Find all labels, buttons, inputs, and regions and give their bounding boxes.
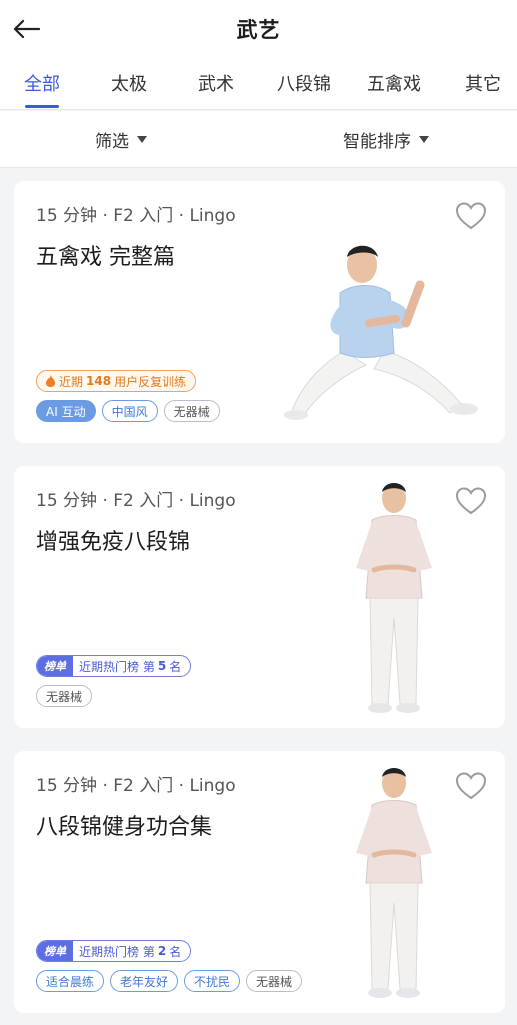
- tab-wuqinxi[interactable]: 五禽戏: [367, 70, 421, 96]
- flame-icon: [46, 375, 55, 387]
- instructor-figure: [284, 245, 478, 420]
- heart-icon[interactable]: [455, 486, 487, 516]
- tab-wushu[interactable]: 武术: [198, 70, 234, 96]
- caret-down-icon: [137, 136, 147, 143]
- tag-quiet: 不扰民: [184, 970, 241, 992]
- heart-icon[interactable]: [455, 201, 487, 231]
- popularity-badge: 近期 148 用户反复训练: [36, 370, 197, 392]
- tab-baduanjin[interactable]: 八段锦: [277, 70, 331, 96]
- instructor-figure: [356, 768, 432, 998]
- course-meta: 15 分钟 · F2 入门 · Lingo: [36, 491, 236, 511]
- ranking-number: 5: [157, 659, 167, 673]
- tag-equipment: 无器械: [36, 685, 93, 707]
- sort-label: 智能排序: [343, 132, 411, 152]
- sort-dropdown[interactable]: 智能排序: [343, 127, 429, 152]
- course-meta: 15 分钟 · F2 入门 · Lingo: [36, 206, 236, 226]
- ranking-suffix: 名: [169, 944, 182, 959]
- instructor-figure: [356, 483, 432, 713]
- ranking-tag: 榜单: [37, 656, 73, 676]
- tag-style: 中国风: [101, 400, 158, 422]
- course-title: 增强免疫八段锦: [36, 530, 191, 555]
- ranking-suffix: 名: [169, 659, 182, 674]
- course-title: 八段锦健身功合集: [36, 815, 213, 840]
- filter-bar: 筛选 智能排序: [0, 111, 517, 168]
- ranking-tag: 榜单: [37, 941, 73, 961]
- course-card[interactable]: 15 分钟 · F2 入门 · Lingo 增强免疫八段锦 榜单 近期热门榜 第…: [14, 466, 505, 728]
- ranking-badge: 榜单 近期热门榜 第 2 名: [36, 940, 192, 962]
- filter-dropdown[interactable]: 筛选: [95, 127, 147, 152]
- course-card[interactable]: 15 分钟 · F2 入门 · Lingo 八段锦健身功合集 榜单 近期热门榜 …: [14, 751, 505, 1013]
- ranking-number: 2: [157, 944, 167, 958]
- caret-down-icon: [419, 136, 429, 143]
- course-title: 五禽戏 完整篇: [36, 245, 175, 270]
- course-meta: 15 分钟 · F2 入门 · Lingo: [36, 776, 236, 796]
- tag-equipment: 无器械: [163, 400, 220, 422]
- filter-label: 筛选: [95, 132, 129, 152]
- tag-ai: AI 互动: [36, 400, 96, 422]
- tag-morning: 适合晨练: [36, 970, 105, 992]
- tag-elderly: 老年友好: [110, 970, 179, 992]
- tag-equipment: 无器械: [246, 970, 303, 992]
- tab-all[interactable]: 全部: [24, 70, 60, 96]
- category-tabs: 全部 太极 武术 八段锦 五禽戏 其它: [0, 58, 517, 110]
- top-bar: 武艺: [0, 0, 517, 58]
- heart-icon[interactable]: [455, 771, 487, 801]
- page-title: 武艺: [236, 18, 281, 42]
- ranking-badge: 榜单 近期热门榜 第 5 名: [36, 655, 192, 677]
- active-tab-indicator: [25, 105, 59, 108]
- tab-other[interactable]: 其它: [465, 70, 501, 96]
- tab-taiji[interactable]: 太极: [111, 70, 147, 96]
- ranking-prefix: 近期热门榜 第: [79, 659, 155, 674]
- popularity-prefix: 近期: [59, 374, 84, 389]
- course-card[interactable]: 15 分钟 · F2 入门 · Lingo 五禽戏 完整篇 近期 148 用户反…: [14, 181, 505, 443]
- popularity-count: 148: [86, 374, 112, 388]
- ranking-prefix: 近期热门榜 第: [79, 944, 155, 959]
- popularity-suffix: 用户反复训练: [114, 374, 187, 389]
